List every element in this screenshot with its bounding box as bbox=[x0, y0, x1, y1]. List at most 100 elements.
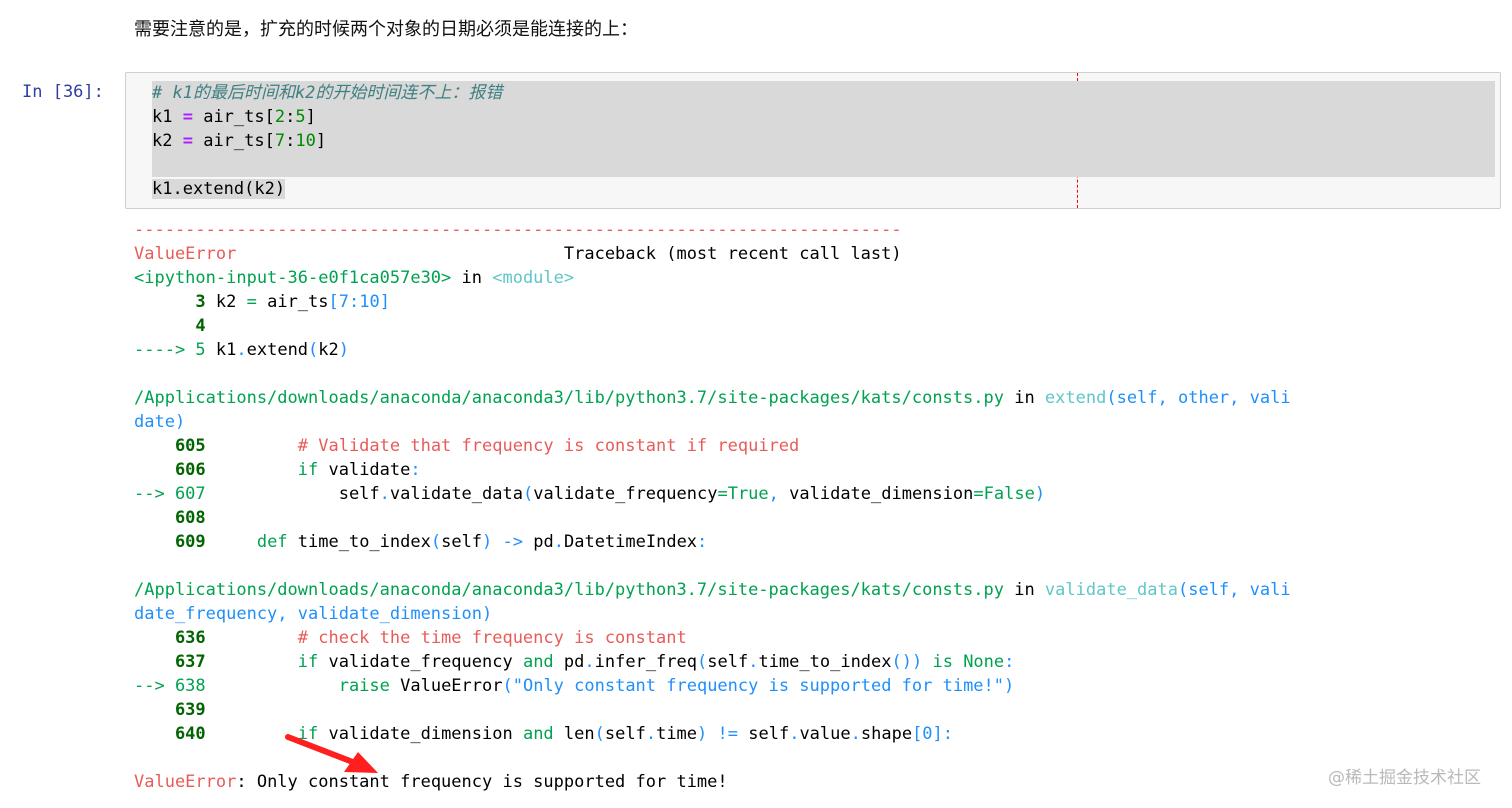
frame-args-wrap: date) bbox=[134, 412, 186, 432]
code-token: validate bbox=[318, 460, 411, 480]
code-token: . bbox=[748, 652, 759, 672]
code-token: ( bbox=[522, 484, 534, 504]
code-token: ) bbox=[482, 532, 493, 552]
frame-source: /Applications/downloads/anaconda/anacond… bbox=[134, 388, 1004, 408]
traceback-header: ValueError Traceback (most recent call l… bbox=[134, 242, 1291, 266]
error-name: ValueError bbox=[134, 772, 237, 792]
code-token: self bbox=[205, 484, 380, 504]
code-keyword: if bbox=[205, 460, 319, 480]
code-token: [0]: bbox=[912, 724, 954, 744]
code-operator: = bbox=[973, 484, 984, 504]
line-number: 637 bbox=[134, 652, 206, 672]
code-keyword: if bbox=[205, 652, 319, 672]
frame-source: /Applications/downloads/anaconda/anacond… bbox=[134, 580, 1004, 600]
code-operator: != bbox=[707, 724, 738, 744]
code-token: pd bbox=[553, 652, 585, 672]
code-keyword: raise bbox=[205, 676, 390, 696]
code-number: 5 bbox=[295, 107, 306, 127]
code-operator: -> bbox=[492, 532, 524, 552]
line-number: 608 bbox=[134, 508, 206, 528]
code-token: : bbox=[410, 460, 421, 480]
frame-in: in bbox=[451, 268, 493, 288]
frame-in: in bbox=[1003, 580, 1045, 600]
code-comment: # Validate that frequency is constant if… bbox=[205, 436, 800, 456]
current-line-arrow: ----> 5 bbox=[134, 340, 206, 360]
code-token: ()) bbox=[891, 652, 923, 672]
code-token: time_to_index bbox=[287, 532, 431, 552]
line-number: 4 bbox=[134, 316, 206, 336]
code-number: 7 bbox=[274, 131, 286, 151]
code-token: . bbox=[850, 724, 861, 744]
code-number: 2 bbox=[274, 107, 286, 127]
frame-2-line-609: 609 def time_to_index(self) -> pd.Dateti… bbox=[134, 530, 1291, 554]
code-token: len bbox=[553, 724, 595, 744]
code-token: k1 bbox=[205, 340, 237, 360]
code-token: : bbox=[1004, 652, 1015, 672]
code-token: k2 bbox=[318, 340, 339, 360]
code-token: self bbox=[707, 652, 749, 672]
code-token: shape bbox=[860, 724, 913, 744]
code-cell-editor[interactable]: # k1的最后时间和k2的开始时间连不上：报错 k1 = air_ts[2:5]… bbox=[125, 72, 1501, 209]
code-token: time bbox=[656, 724, 698, 744]
code-token: time_to_index bbox=[758, 652, 892, 672]
code-keyword: True bbox=[727, 484, 769, 504]
current-line-arrow: --> 607 bbox=[134, 484, 206, 504]
line-number: 605 bbox=[134, 436, 206, 456]
code-token: : bbox=[285, 107, 296, 127]
code-token: ValueError bbox=[389, 676, 503, 696]
code-token: , bbox=[768, 484, 779, 504]
code-lines: # k1的最后时间和k2的开始时间连不上：报错 k1 = air_ts[2:5]… bbox=[152, 81, 1495, 201]
code-token: ( bbox=[308, 340, 319, 360]
code-token: . bbox=[379, 484, 390, 504]
code-keyword: None bbox=[952, 652, 1005, 672]
code-token: validate_frequency bbox=[318, 652, 523, 672]
code-token: pd bbox=[523, 532, 554, 552]
code-token: . bbox=[553, 532, 564, 552]
code-keyword: and bbox=[522, 652, 554, 672]
frame-1-header: <ipython-input-36-e0f1ca057e30> in <modu… bbox=[134, 266, 1291, 290]
frame-1-line-4: 4 bbox=[134, 314, 1291, 338]
frame-2-header: /Applications/downloads/anaconda/anacond… bbox=[134, 386, 1291, 410]
frame-1-line-3: 3 k2 = air_ts[7:10] bbox=[134, 290, 1291, 314]
traceback-separator: ----------------------------------------… bbox=[134, 220, 902, 240]
code-token: k1 bbox=[152, 107, 183, 127]
code-operator: = bbox=[182, 107, 193, 127]
code-operator: = bbox=[182, 131, 193, 151]
code-token: air_ts bbox=[256, 292, 329, 312]
code-comment: # check the time frequency is constant bbox=[205, 628, 687, 648]
frame-2-line-607: --> 607 self.validate_data(validate_freq… bbox=[134, 482, 1291, 506]
frame-args: (self, other, vali bbox=[1106, 388, 1291, 408]
frame-2-line-605: 605 # Validate that frequency is constan… bbox=[134, 434, 1291, 458]
code-token: self bbox=[738, 724, 790, 744]
code-keyword: and bbox=[522, 724, 554, 744]
frame-3-line-638: --> 638 raise ValueError("Only constant … bbox=[134, 674, 1291, 698]
frame-3-line-639: 639 bbox=[134, 698, 1291, 722]
code-token: validate_data bbox=[389, 484, 523, 504]
frame-in: in bbox=[1003, 388, 1045, 408]
code-token: validate_frequency bbox=[533, 484, 718, 504]
code-line-3: k2 = air_ts[7:10] bbox=[152, 129, 1495, 153]
code-token: validate_dimension bbox=[778, 484, 974, 504]
code-token: . bbox=[584, 652, 595, 672]
code-token: infer_freq bbox=[594, 652, 697, 672]
code-comment: # k1的最后时间和k2的开始时间连不上：报错 bbox=[152, 83, 503, 103]
code-token: ) bbox=[697, 724, 708, 744]
notebook-page: 需要注意的是，扩充的时候两个对象的日期必须是能连接的上： In [36]: # … bbox=[0, 0, 1512, 808]
code-token: . bbox=[645, 724, 657, 744]
code-token: ( bbox=[697, 652, 708, 672]
traceback-title: Traceback (most recent call last) bbox=[236, 244, 902, 264]
code-token: . bbox=[789, 724, 800, 744]
code-line-5: k1.extend(k2) bbox=[152, 177, 1495, 201]
code-operator: = bbox=[717, 484, 728, 504]
frame-args: (self, vali bbox=[1177, 580, 1291, 600]
frame-1-line-5: ----> 5 k1.extend(k2) bbox=[134, 338, 1291, 362]
code-token: ( bbox=[594, 724, 605, 744]
code-token: : bbox=[697, 532, 708, 552]
frame-func: <module> bbox=[492, 268, 575, 288]
code-operator: = bbox=[246, 292, 257, 312]
code-token: DatetimeIndex bbox=[563, 532, 698, 552]
cell-output-traceback: ----------------------------------------… bbox=[134, 218, 1291, 794]
code-token: self bbox=[441, 532, 483, 552]
